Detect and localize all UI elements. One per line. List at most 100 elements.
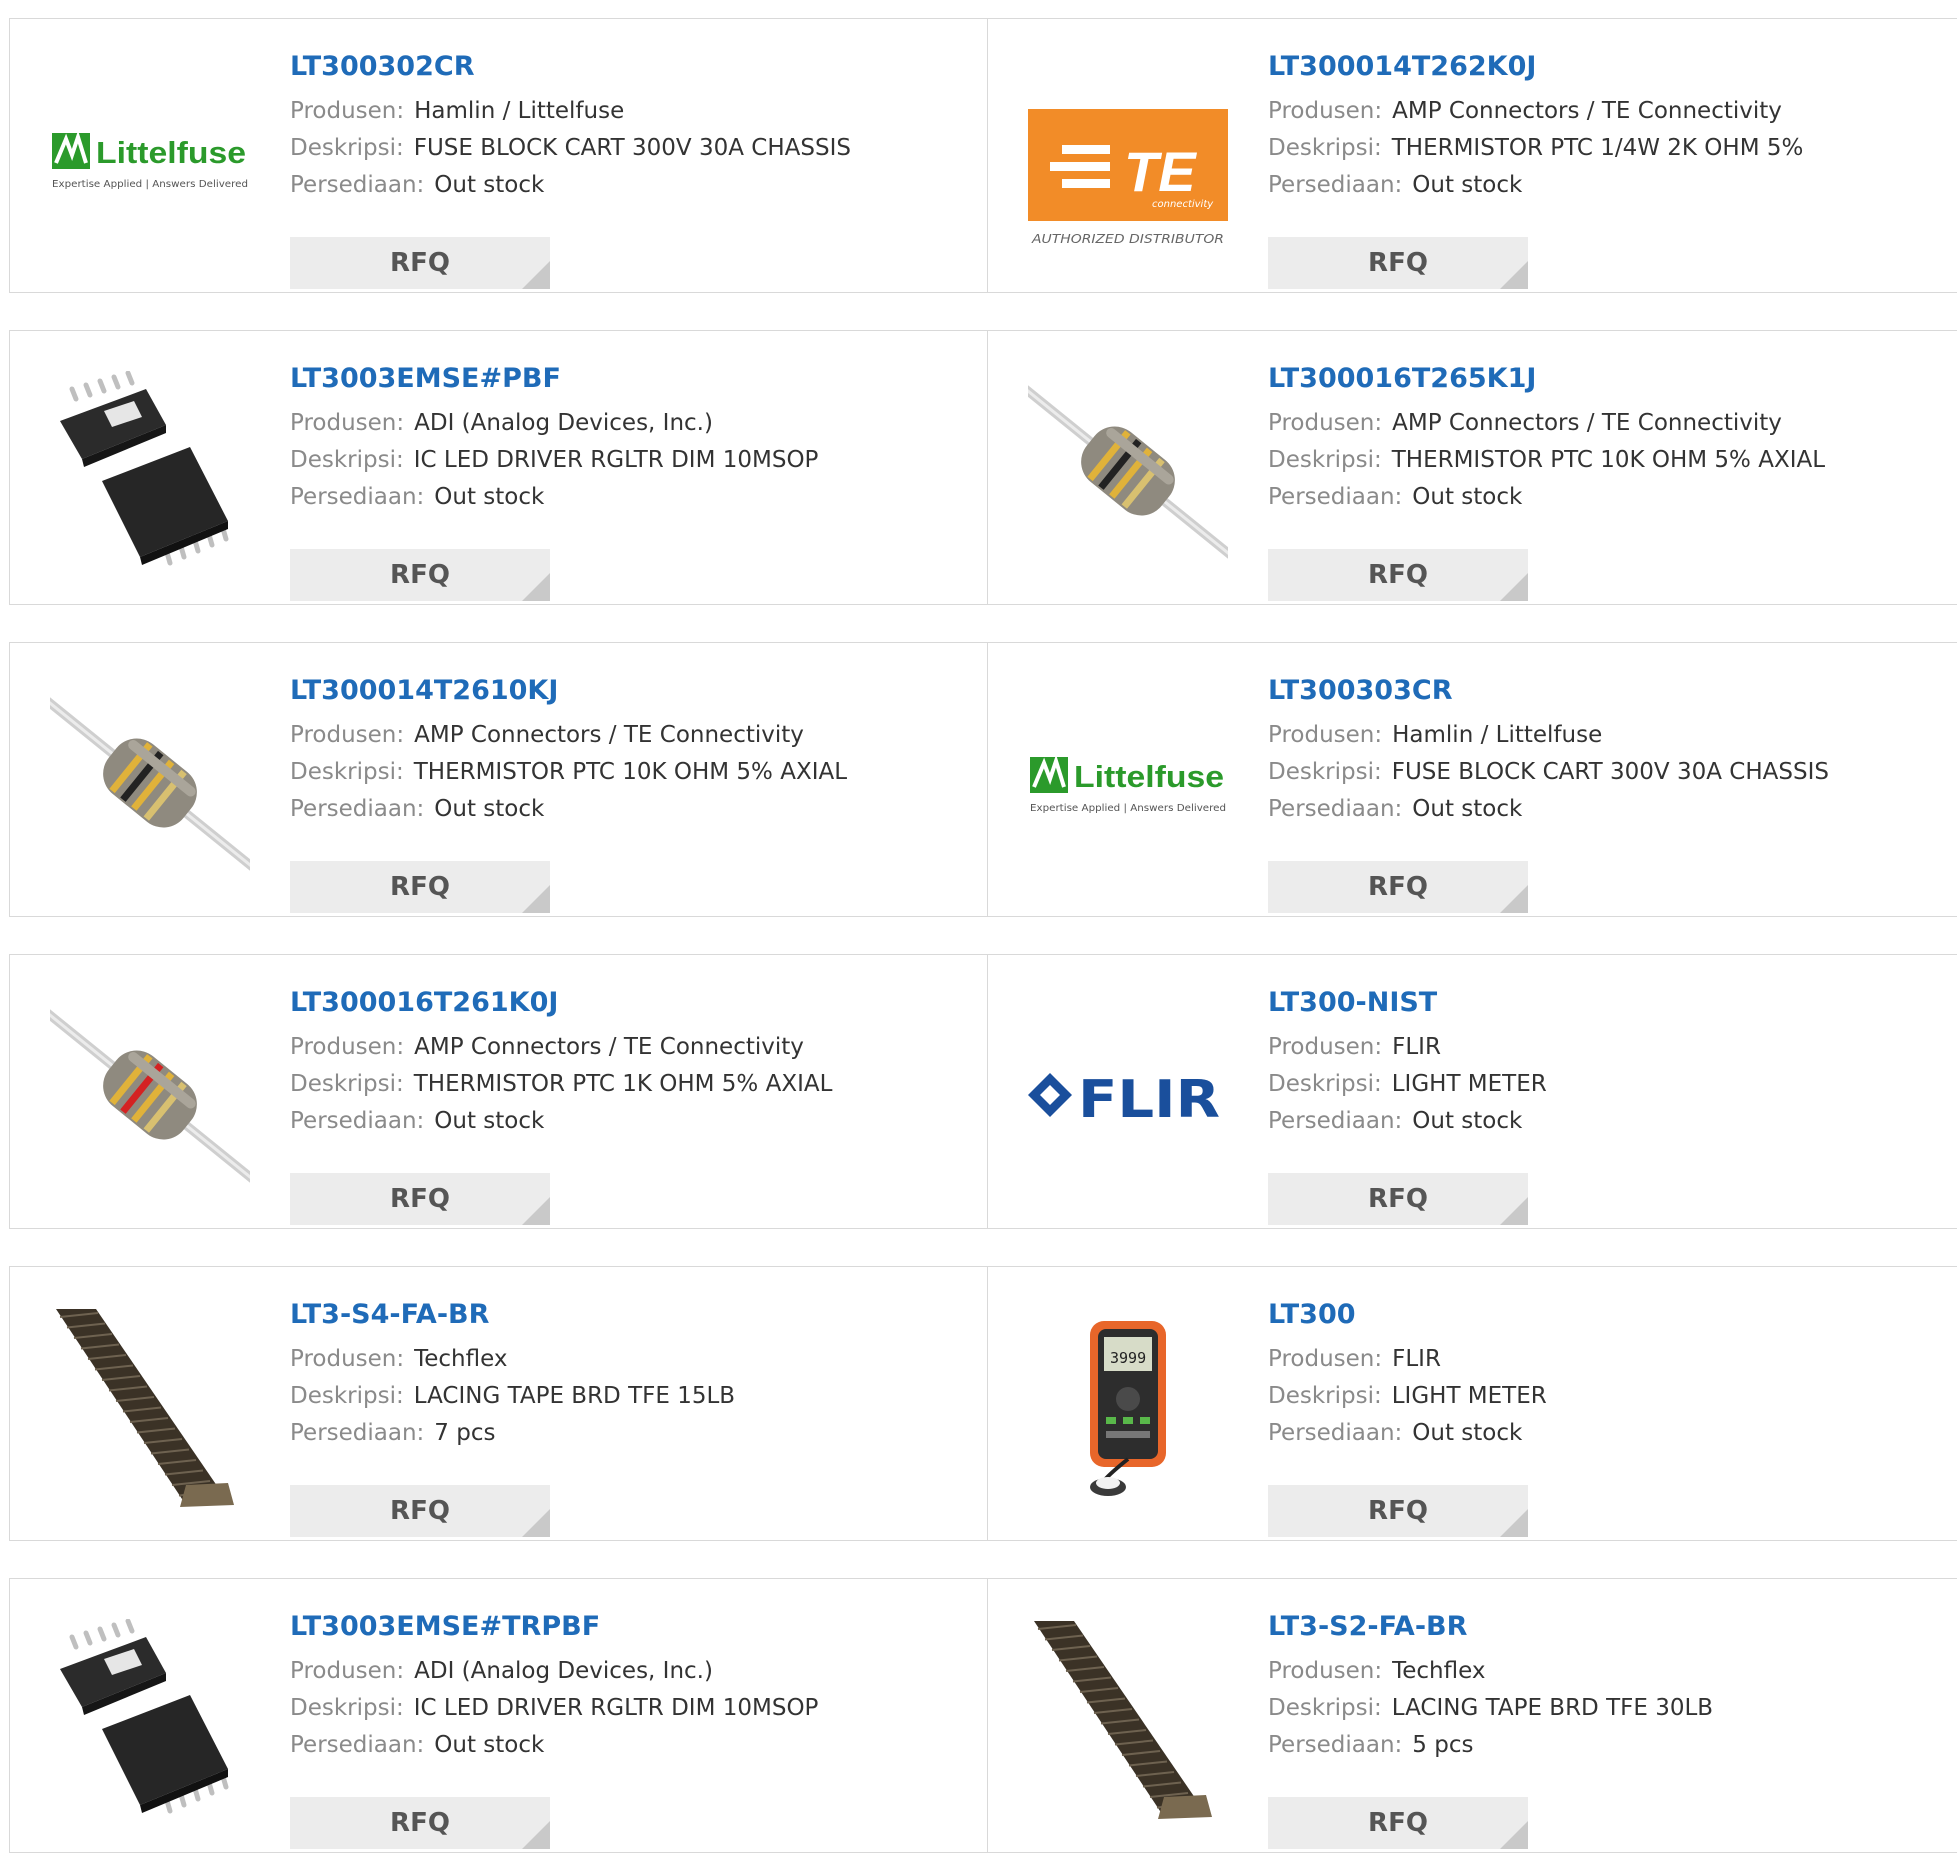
corner-triangle-icon (522, 1197, 550, 1225)
corner-triangle-icon (522, 885, 550, 913)
product-image[interactable]: TE connectivity AUTHORIZED DISTRIBUTOR (1028, 59, 1228, 259)
description-label: Deskripsi: (1268, 135, 1382, 161)
rfq-label: RFQ (390, 1496, 450, 1526)
product-row: Littelfuse Expertise Applied | Answers D… (9, 18, 1957, 293)
manufacturer-value: ADI (Analog Devices, Inc.) (414, 410, 713, 436)
part-number-link[interactable]: LT300016T261K0J (290, 985, 970, 1021)
rfq-button[interactable]: RFQ (1268, 549, 1528, 601)
part-number-link[interactable]: LT300302CR (290, 49, 970, 85)
product-grid: Littelfuse Expertise Applied | Answers D… (0, 0, 1957, 1853)
description-value: THERMISTOR PTC 10K OHM 5% AXIAL (1391, 447, 1826, 473)
description-label: Deskripsi: (1268, 1383, 1382, 1409)
manufacturer-value: AMP Connectors / TE Connectivity (1392, 98, 1782, 124)
product-card: LT3-S4-FA-BR Produsen: Techflex Deskripsi… (9, 1266, 989, 1541)
manufacturer-value: Hamlin / Littelfuse (414, 98, 625, 124)
stock-label: Persediaan: (1268, 796, 1403, 822)
rfq-button[interactable]: RFQ (1268, 861, 1528, 913)
product-image[interactable]: Littelfuse Expertise Applied | Answers D… (1028, 683, 1228, 883)
description-label: Deskripsi: (1268, 1695, 1382, 1721)
stock-label: Persediaan: (1268, 1420, 1403, 1446)
product-image[interactable] (1028, 371, 1228, 571)
svg-text:FLIR: FLIR (1078, 1070, 1220, 1130)
product-card: 3999 LT300 Produsen: FLIR Deskripsi: LIGHT… (987, 1266, 1957, 1541)
manufacturer-label: Produsen: (1268, 410, 1383, 436)
rfq-button[interactable]: RFQ (1268, 1485, 1528, 1537)
rfq-button[interactable]: RFQ (290, 549, 550, 601)
part-number-link[interactable]: LT3-S4-FA-BR (290, 1297, 970, 1333)
product-card: LT300016T261K0J Produsen: AMP Connectors … (9, 954, 989, 1229)
corner-triangle-icon (1500, 573, 1528, 601)
product-row: LT3003EMSE#PBF Produsen: ADI (Analog Devi… (9, 330, 1957, 605)
corner-triangle-icon (522, 1821, 550, 1849)
part-number-link[interactable]: LT3003EMSE#PBF (290, 361, 970, 397)
product-image[interactable] (50, 1619, 250, 1819)
product-image[interactable]: FLIR (1028, 995, 1228, 1195)
rfq-label: RFQ (390, 560, 450, 590)
product-card: LT3003EMSE#PBF Produsen: ADI (Analog Devi… (9, 330, 989, 605)
product-card: LT3003EMSE#TRPBF Produsen: ADI (Analog De… (9, 1578, 989, 1853)
rfq-label: RFQ (390, 248, 450, 278)
product-image[interactable] (50, 995, 250, 1195)
part-number-link[interactable]: LT300303CR (1268, 673, 1948, 709)
part-number-link[interactable]: LT3003EMSE#TRPBF (290, 1609, 970, 1645)
stock-label: Persediaan: (290, 172, 425, 198)
stock-value: Out stock (1412, 1420, 1523, 1446)
corner-triangle-icon (1500, 1197, 1528, 1225)
description-label: Deskripsi: (1268, 447, 1382, 473)
part-number-link[interactable]: LT300014T262K0J (1268, 49, 1948, 85)
stock-value: Out stock (434, 1108, 545, 1134)
manufacturer-label: Produsen: (1268, 1034, 1383, 1060)
svg-text:Littelfuse: Littelfuse (1074, 759, 1224, 794)
part-number-link[interactable]: LT300016T265K1J (1268, 361, 1948, 397)
rfq-label: RFQ (1368, 560, 1428, 590)
manufacturer-value: FLIR (1392, 1346, 1441, 1372)
corner-triangle-icon (522, 1509, 550, 1537)
part-number-link[interactable]: LT3-S2-FA-BR (1268, 1609, 1948, 1645)
description-label: Deskripsi: (290, 135, 404, 161)
manufacturer-label: Produsen: (290, 98, 405, 124)
manufacturer-label: Produsen: (290, 1034, 405, 1060)
rfq-button[interactable]: RFQ (290, 1485, 550, 1537)
stock-label: Persediaan: (1268, 484, 1403, 510)
product-image[interactable] (1028, 1619, 1228, 1819)
product-card: FLIR LT300-NIST Produsen: FLIR Deskripsi:… (987, 954, 1957, 1229)
product-image[interactable]: Littelfuse Expertise Applied | Answers D… (50, 59, 250, 259)
stock-label: Persediaan: (290, 1732, 425, 1758)
rfq-button[interactable]: RFQ (1268, 1797, 1528, 1849)
manufacturer-label: Produsen: (1268, 1346, 1383, 1372)
product-card: Littelfuse Expertise Applied | Answers D… (9, 18, 989, 293)
product-card: LT3-S2-FA-BR Produsen: Techflex Deskripsi… (987, 1578, 1957, 1853)
product-image[interactable] (50, 371, 250, 571)
description-label: Deskripsi: (1268, 759, 1382, 785)
stock-label: Persediaan: (1268, 1108, 1403, 1134)
svg-text:Littelfuse: Littelfuse (96, 135, 246, 170)
rfq-label: RFQ (1368, 1184, 1428, 1214)
rfq-label: RFQ (1368, 248, 1428, 278)
stock-value: Out stock (434, 796, 545, 822)
rfq-button[interactable]: RFQ (290, 861, 550, 913)
rfq-label: RFQ (390, 872, 450, 902)
product-image[interactable]: 3999 (1028, 1307, 1228, 1507)
part-number-link[interactable]: LT300-NIST (1268, 985, 1948, 1021)
stock-label: Persediaan: (290, 1420, 425, 1446)
stock-value: 5 pcs (1412, 1732, 1474, 1758)
description-value: LACING TAPE BRD TFE 30LB (1391, 1695, 1714, 1721)
part-number-link[interactable]: LT300014T2610KJ (290, 673, 970, 709)
product-image[interactable] (50, 683, 250, 883)
description-value: THERMISTOR PTC 1/4W 2K OHM 5% (1391, 135, 1804, 161)
svg-text:connectivity: connectivity (1152, 199, 1214, 210)
description-label: Deskripsi: (290, 759, 404, 785)
manufacturer-value: AMP Connectors / TE Connectivity (414, 722, 804, 748)
rfq-button[interactable]: RFQ (290, 1797, 550, 1849)
part-number-link[interactable]: LT300 (1268, 1297, 1948, 1333)
product-image[interactable] (50, 1307, 250, 1507)
description-label: Deskripsi: (290, 1071, 404, 1097)
rfq-button[interactable]: RFQ (1268, 237, 1528, 289)
manufacturer-value: AMP Connectors / TE Connectivity (1392, 410, 1782, 436)
rfq-button[interactable]: RFQ (1268, 1173, 1528, 1225)
description-value: THERMISTOR PTC 10K OHM 5% AXIAL (413, 759, 848, 785)
rfq-button[interactable]: RFQ (290, 237, 550, 289)
svg-text:Expertise Applied | Answers De: Expertise Applied | Answers Delivered (52, 179, 248, 190)
rfq-label: RFQ (1368, 872, 1428, 902)
rfq-button[interactable]: RFQ (290, 1173, 550, 1225)
